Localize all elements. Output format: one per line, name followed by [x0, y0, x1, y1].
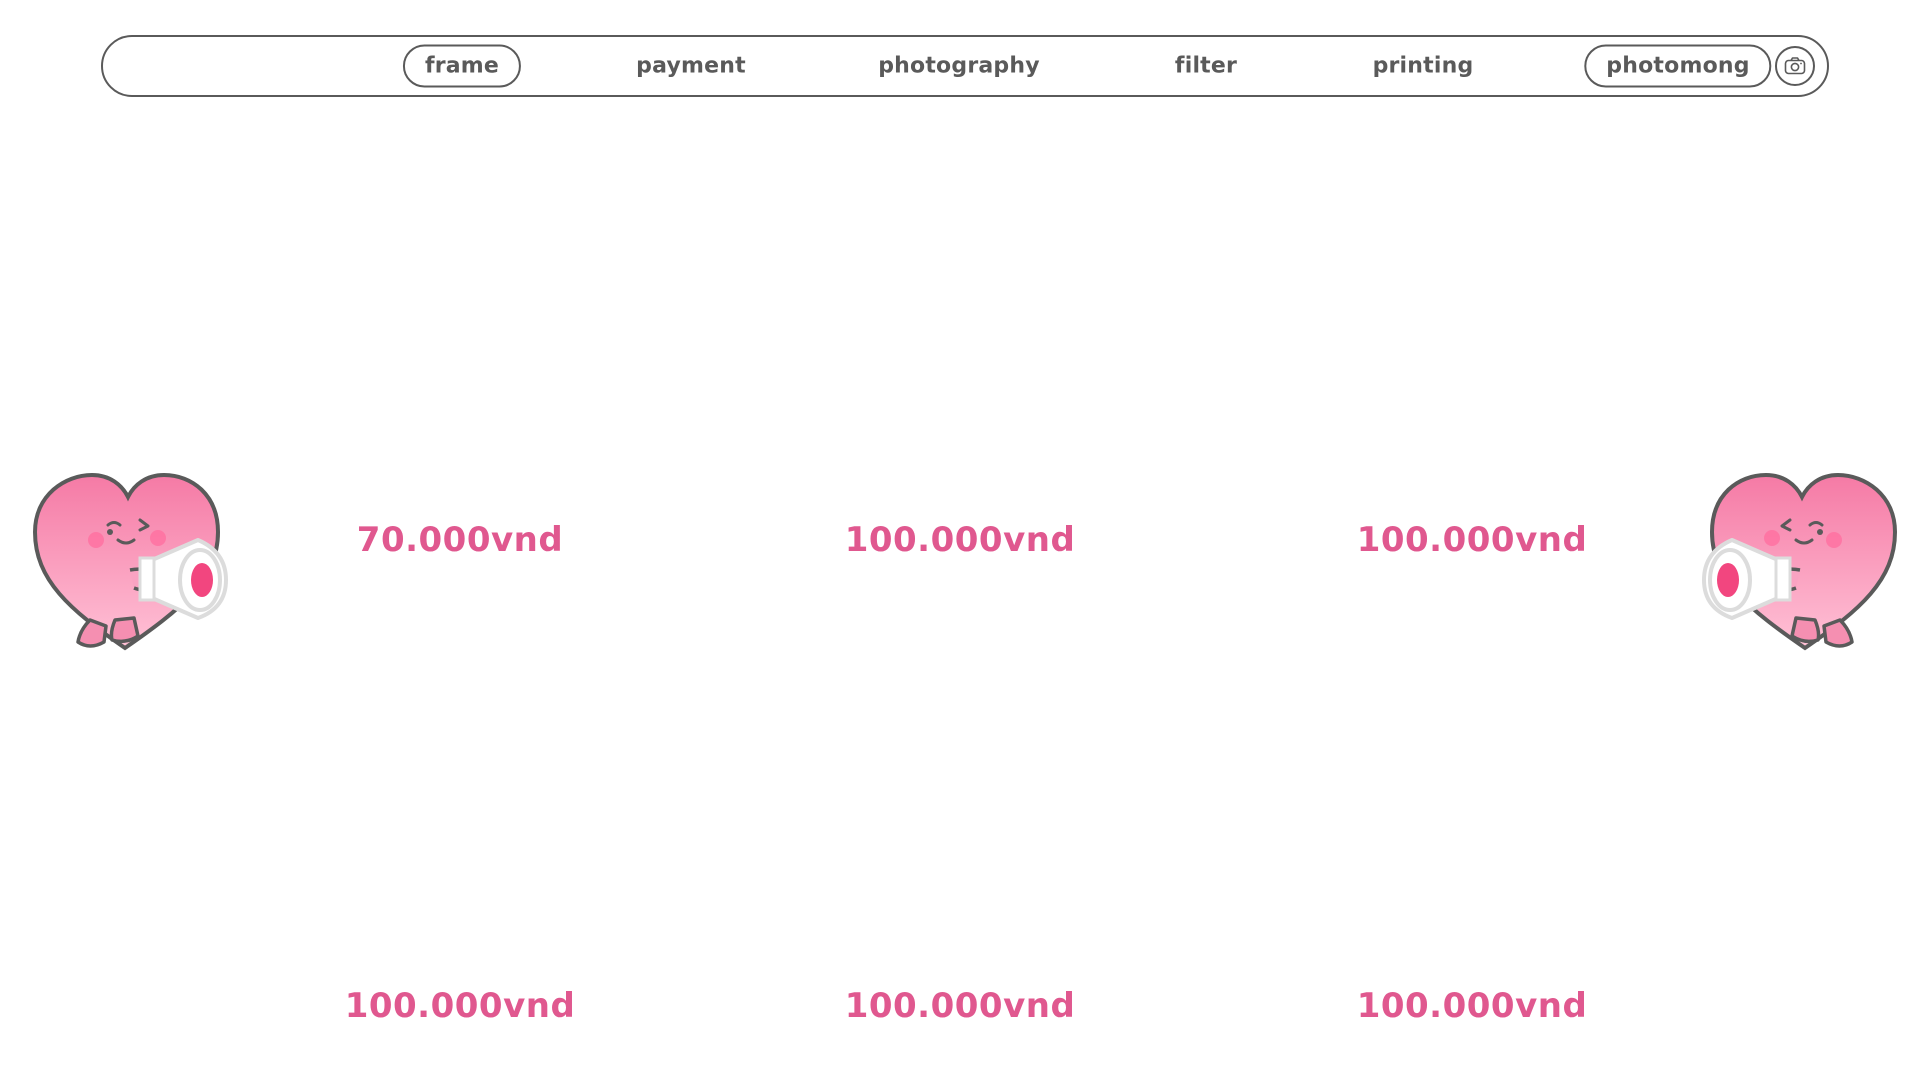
- heart-megaphone-mascot-right: [1702, 472, 1898, 651]
- frame-price-6[interactable]: 100.000vnd: [1357, 986, 1588, 1026]
- frame-price-3[interactable]: 100.000vnd: [1357, 520, 1588, 560]
- heart-megaphone-mascot-left: [32, 472, 228, 651]
- nav-item-filter[interactable]: filter: [1175, 54, 1237, 79]
- frame-price-5[interactable]: 100.000vnd: [845, 986, 1076, 1026]
- frame-price-1[interactable]: 70.000vnd: [357, 520, 563, 560]
- frame-price-2[interactable]: 100.000vnd: [845, 520, 1076, 560]
- frame-price-4[interactable]: 100.000vnd: [345, 986, 576, 1026]
- brand-button[interactable]: photomong: [1584, 44, 1772, 88]
- camera-icon: [1784, 57, 1806, 75]
- nav-item-frame[interactable]: frame: [402, 44, 522, 88]
- camera-button[interactable]: [1775, 46, 1815, 86]
- nav-item-printing[interactable]: printing: [1373, 54, 1474, 79]
- nav-item-payment[interactable]: payment: [636, 54, 746, 79]
- top-nav: frame payment photography filter printin…: [101, 35, 1829, 97]
- nav-item-photography[interactable]: photography: [878, 54, 1040, 79]
